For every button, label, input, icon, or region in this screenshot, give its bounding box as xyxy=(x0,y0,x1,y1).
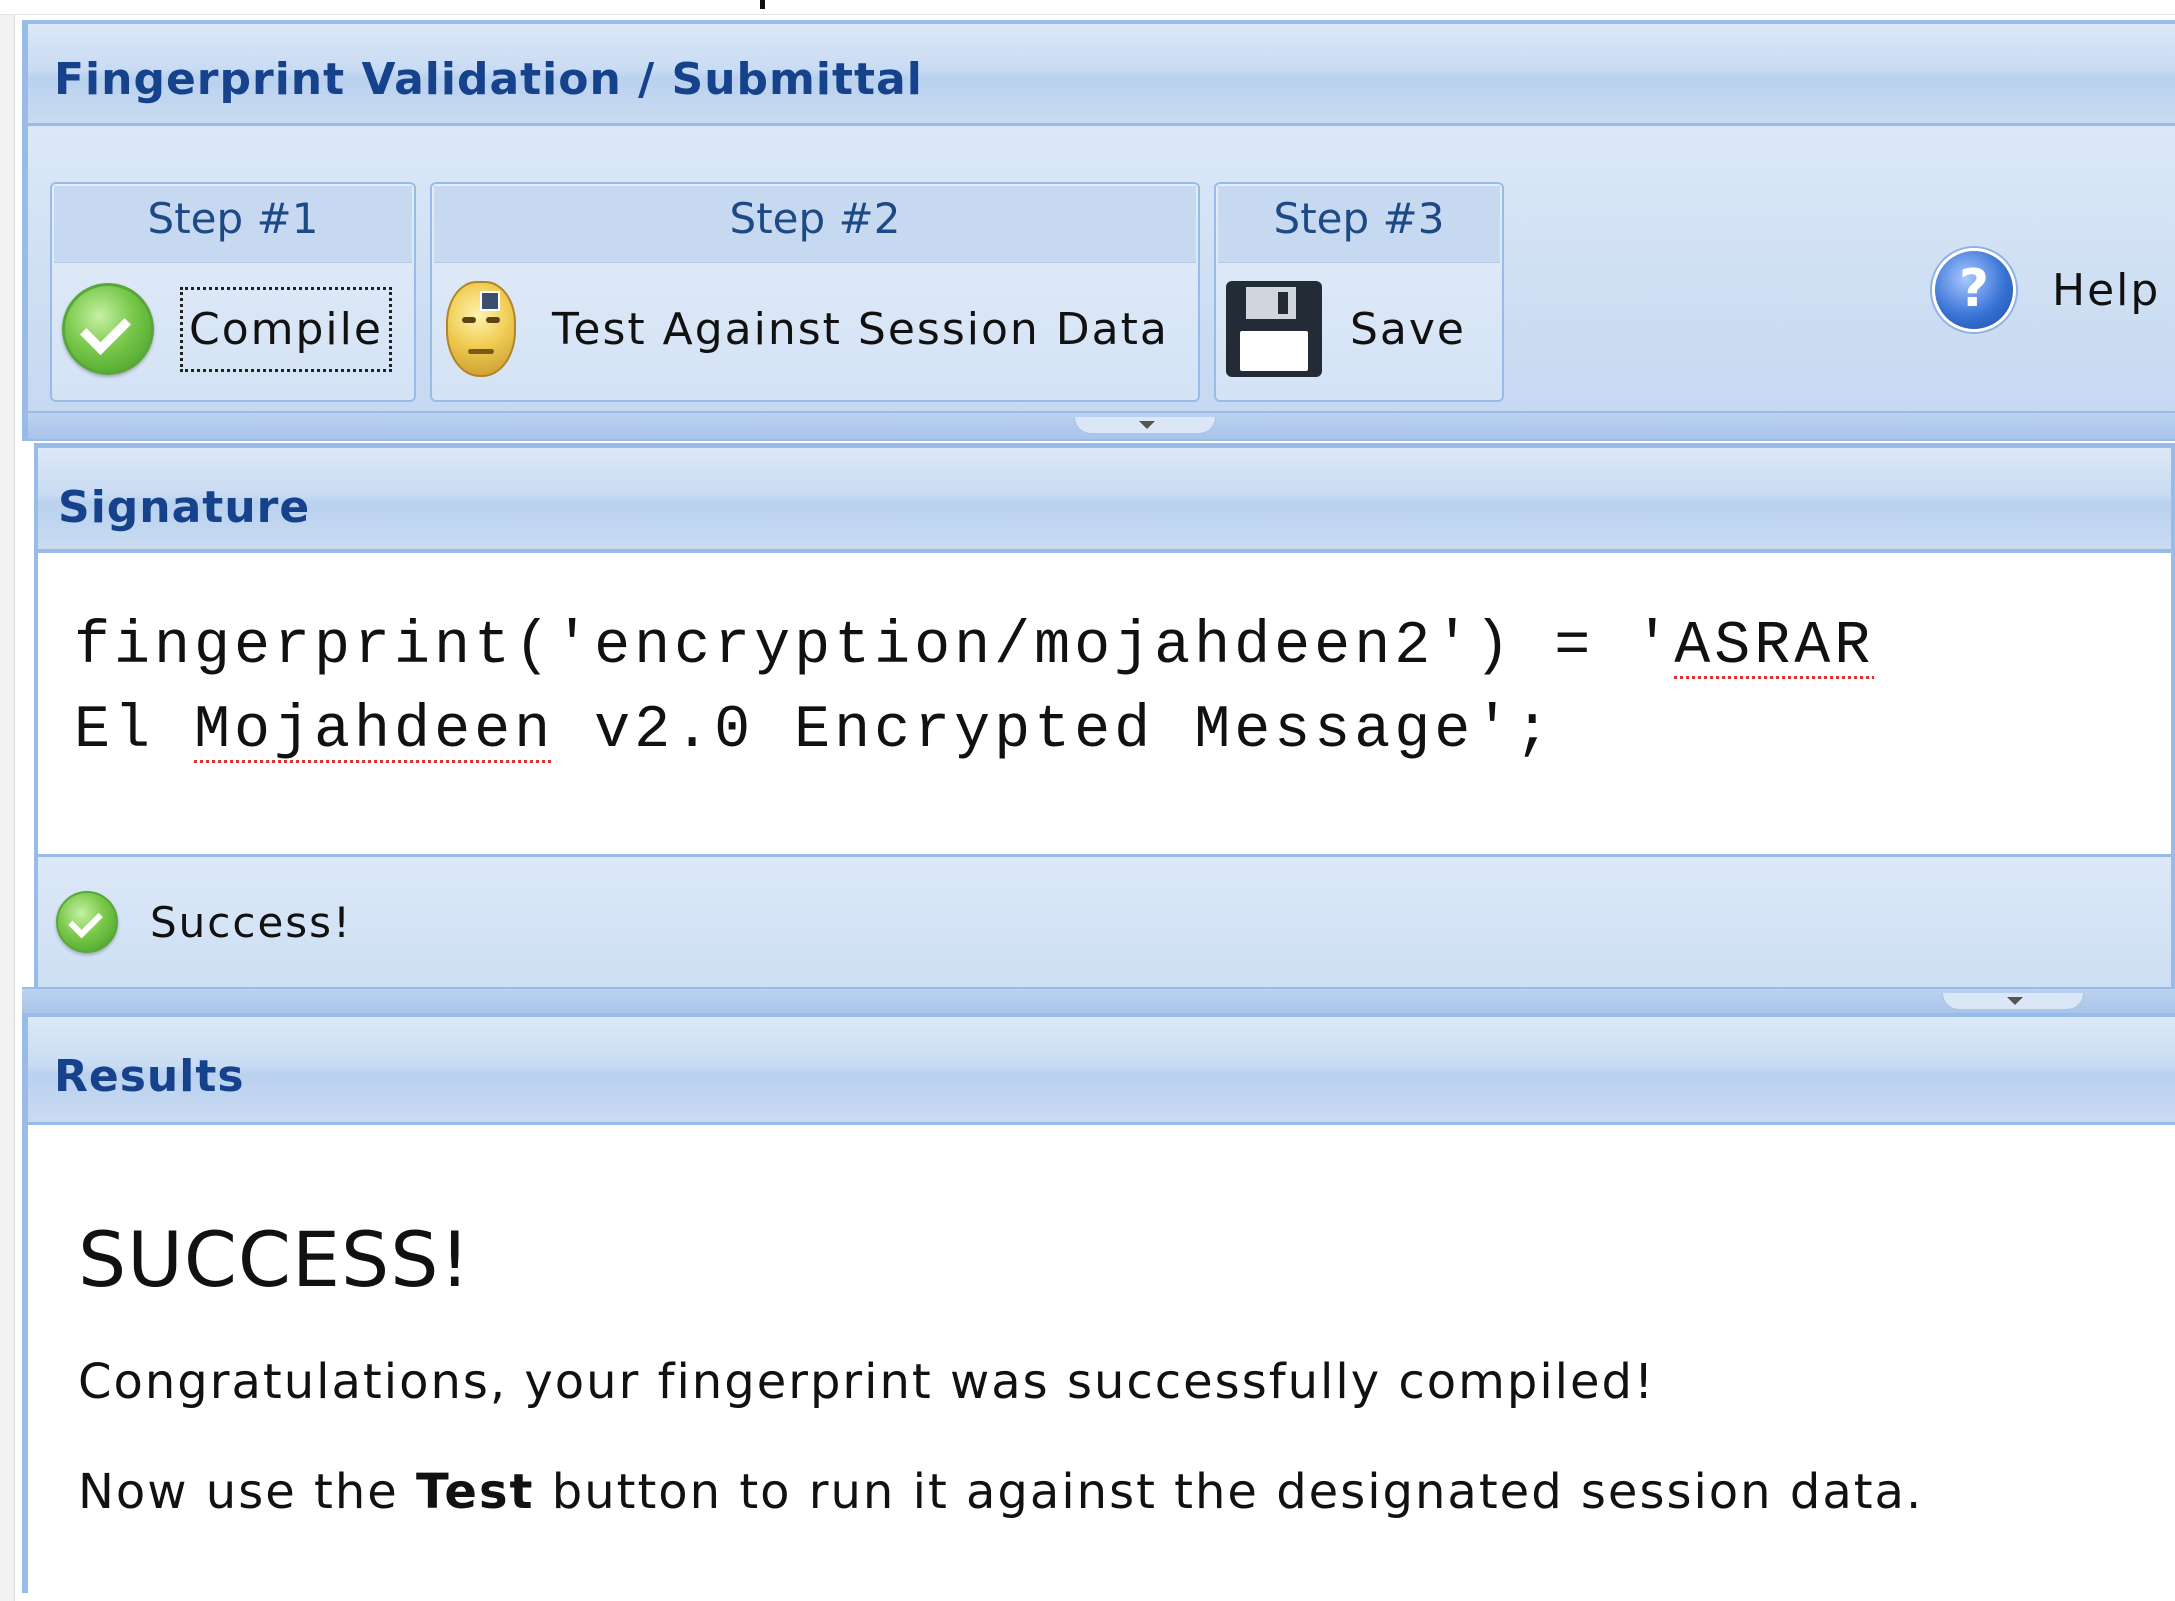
disk-label-area xyxy=(1240,331,1308,371)
signature-panel: Signature fingerprint('encryption/mojahd… xyxy=(34,443,2175,987)
results-body: SUCCESS! Congratulations, your fingerpri… xyxy=(28,1125,2175,1593)
results-header: Results xyxy=(28,1013,2175,1125)
head-chip xyxy=(480,291,500,311)
step-3-group: Step #3 Save xyxy=(1214,182,1504,402)
step-2-label: Step #2 xyxy=(729,194,901,243)
save-button-label: Save xyxy=(1350,303,1467,355)
signature-header: Signature xyxy=(38,443,2171,553)
results-instruction: Now use the Test button to run it agains… xyxy=(78,1464,2175,1520)
check-circle-icon xyxy=(56,891,118,953)
results-heading: SUCCESS! xyxy=(78,1215,471,1304)
code-text: El xyxy=(74,697,195,765)
question-circle-icon: ? xyxy=(1932,248,2016,332)
head-eye xyxy=(462,317,476,323)
instruction-text: button to run it against the designated … xyxy=(534,1464,1924,1520)
results-panel: Results SUCCESS! Congratulations, your f… xyxy=(22,1013,2175,1593)
step-3-label: Step #3 xyxy=(1273,194,1445,243)
window-edge xyxy=(0,0,15,1601)
test-session-data-label: Test Against Session Data xyxy=(552,303,1169,355)
results-message: Congratulations, your fingerprint was su… xyxy=(78,1354,1656,1410)
code-text-misspelled: ASRAR xyxy=(1674,613,1875,681)
status-bar: Success! xyxy=(38,857,2171,987)
step-1-label: Step #1 xyxy=(147,194,319,243)
results-title: Results xyxy=(54,1051,245,1102)
step-1-group: Step #1 Compile xyxy=(50,182,416,402)
code-text: v2.0 Encrypted Message'; xyxy=(554,697,1555,765)
collapse-arrow-icon[interactable] xyxy=(1942,993,2084,1010)
head-eye xyxy=(486,317,500,323)
collapse-arrow-icon[interactable] xyxy=(1074,417,1216,434)
help-button[interactable]: ? Help xyxy=(1932,248,2160,332)
code-text-misspelled: Mojahdeen xyxy=(194,697,555,765)
check-circle-icon xyxy=(62,283,154,375)
compile-button[interactable]: Compile xyxy=(62,268,404,390)
help-label: Help xyxy=(2052,264,2161,316)
instruction-text: Now use the xyxy=(78,1464,417,1520)
save-button[interactable]: Save xyxy=(1226,268,1492,390)
signature-title: Signature xyxy=(58,482,311,533)
splitter-bottom[interactable] xyxy=(22,987,2175,1015)
head-mouth xyxy=(468,349,494,354)
splitter-top[interactable] xyxy=(28,411,2175,441)
status-text: Success! xyxy=(150,897,352,947)
page-title: Fingerprint Validation / Submittal xyxy=(54,54,923,105)
panel-header: Fingerprint Validation / Submittal xyxy=(28,20,2175,126)
instruction-bold: Test xyxy=(416,1464,535,1520)
top-edge xyxy=(0,0,2175,15)
fingerprint-panel: Fingerprint Validation / Submittal Step … xyxy=(22,20,2175,441)
step-2-group: Step #2 Test Against Session Data xyxy=(430,182,1200,402)
edge-marker xyxy=(760,0,765,9)
disk-shutter xyxy=(1246,287,1296,319)
code-text: fingerprint('encryption/mojahdeen2') = ' xyxy=(74,613,1675,681)
signature-code-editor[interactable]: fingerprint('encryption/mojahdeen2') = '… xyxy=(38,553,2171,857)
robot-head-icon xyxy=(442,277,520,381)
compile-button-label: Compile xyxy=(180,286,392,372)
step-toolbar: Step #1 Compile Step #2 Test Against Ses… xyxy=(28,126,2175,411)
floppy-disk-icon xyxy=(1226,281,1322,377)
test-session-data-button[interactable]: Test Against Session Data xyxy=(442,268,1188,390)
